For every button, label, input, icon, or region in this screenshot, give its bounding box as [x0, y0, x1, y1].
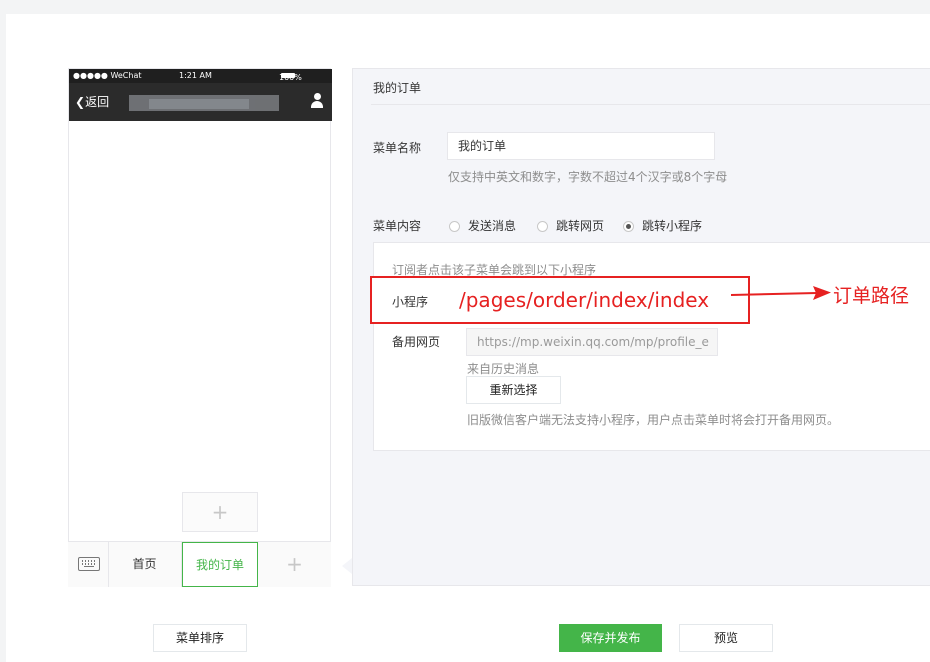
battery-text: 100%: [279, 71, 302, 82]
miniprogram-label: 小程序: [392, 295, 429, 309]
option-send-message[interactable]: 发送消息: [468, 217, 516, 234]
save-publish-button[interactable]: 保存并发布: [559, 624, 662, 652]
backup-page-label: 备用网页: [392, 335, 441, 349]
reselect-button[interactable]: 重新选择: [466, 376, 561, 404]
menu-item-home[interactable]: 首页: [108, 542, 182, 587]
keyboard-icon: [78, 557, 100, 571]
radio-jump-miniprogram[interactable]: [623, 221, 634, 232]
panel-title: 我的订单: [373, 81, 422, 95]
blurred-account-name: [129, 95, 279, 111]
option-jump-webpage[interactable]: 跳转网页: [556, 217, 604, 234]
plus-icon: +: [286, 552, 303, 576]
menu-name-hint: 仅支持中英文和数字，字数不超过4个汉字或8个字母: [448, 170, 728, 184]
backup-url-input[interactable]: https://mp.weixin.qq.com/mp/profile_e: [466, 328, 718, 356]
profile-icon[interactable]: [310, 93, 324, 109]
back-button[interactable]: ❮返回: [75, 93, 109, 110]
menu-item-my-orders[interactable]: 我的订单: [182, 542, 258, 587]
radio-jump-webpage[interactable]: [537, 221, 548, 232]
panel-pointer: [342, 558, 352, 574]
battery-percent: 100%: [279, 73, 302, 82]
annotation-arrow-icon: [731, 286, 831, 300]
preview-button[interactable]: 预览: [679, 624, 773, 652]
miniprogram-settings-box: 订阅者点击该子菜单会跳到以下小程序 备用网页 https://mp.weixin…: [373, 242, 930, 451]
radio-send-message[interactable]: [449, 221, 460, 232]
keyboard-toggle[interactable]: [68, 542, 109, 587]
chevron-left-icon: ❮: [75, 95, 86, 109]
history-label: 来自历史消息: [467, 362, 540, 376]
divider: [371, 104, 930, 105]
plus-icon: +: [211, 500, 229, 524]
miniprogram-path-highlight: 小程序 /pages/order/index/index: [370, 276, 750, 324]
miniprogram-path: /pages/order/index/index: [459, 288, 710, 312]
menu-name-input[interactable]: 我的订单: [447, 132, 715, 160]
menu-content-label: 菜单内容: [373, 219, 422, 233]
option-jump-miniprogram[interactable]: 跳转小程序: [642, 217, 702, 234]
menu-sort-button[interactable]: 菜单排序: [153, 624, 247, 652]
annotation-label: 订单路径: [833, 285, 910, 307]
status-time: 1:21 AM: [179, 71, 212, 80]
custom-menu-bar: 首页 我的订单 +: [68, 541, 331, 587]
nav-bar: ❮返回: [69, 83, 332, 121]
status-bar: ●●●●● WeChat 1:21 AM 100%: [69, 69, 332, 83]
back-label: 返回: [85, 95, 110, 109]
carrier-text: ●●●●● WeChat: [73, 71, 142, 80]
old-client-hint: 旧版微信客户端无法支持小程序，用户点击菜单时将会打开备用网页。: [467, 413, 840, 427]
add-submenu-button[interactable]: +: [182, 492, 258, 532]
menu-name-label: 菜单名称: [373, 141, 422, 155]
menu-edit-panel: 我的订单 菜单名称 我的订单 仅支持中英文和数字，字数不超过4个汉字或8个字母 …: [352, 68, 930, 586]
add-menu-button[interactable]: +: [258, 542, 331, 587]
